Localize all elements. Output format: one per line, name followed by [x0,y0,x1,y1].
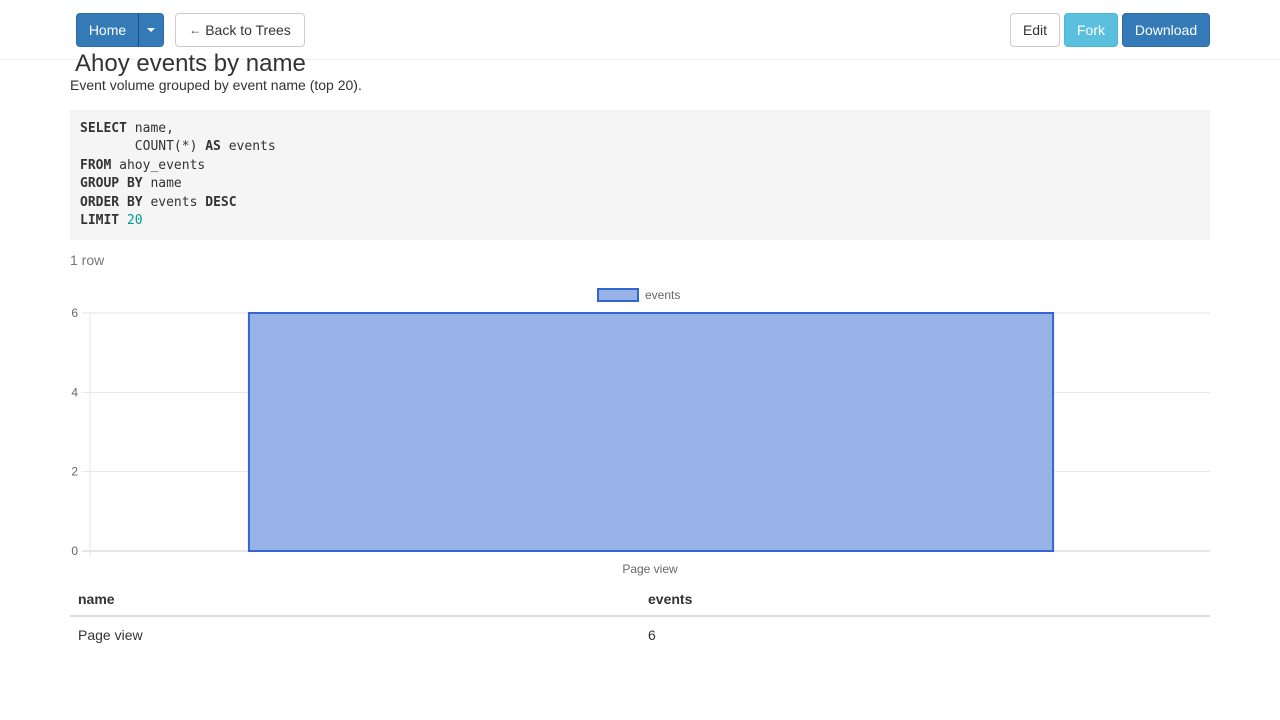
left-arrow-icon: ← [189,23,202,37]
column-header-events[interactable]: events [640,583,1210,617]
page-title: Ahoy events by name [75,50,306,77]
table-header-row: name events [70,583,1210,617]
fork-button[interactable]: Fork [1064,13,1118,47]
sql-line: COUNT(*) AS events [80,138,1200,156]
sql-line: ORDER BY events DESC [80,194,1200,212]
y-tick-label: 4 [71,385,78,399]
sql-keyword: DESC [205,194,237,210]
home-dropdown-toggle[interactable] [138,13,164,47]
sql-keyword: FROM [80,157,112,173]
home-button[interactable]: Home [76,13,139,47]
y-tick-label: 2 [71,465,78,479]
sql-code-block: SELECT name, COUNT(*) AS events FROM aho… [70,110,1210,240]
sql-keyword: ORDER BY [80,194,143,210]
sql-line: FROM ahoy_events [80,157,1200,175]
row-count: 1 row [70,252,105,268]
sql-keyword: AS [205,139,221,155]
y-tick-label: 0 [71,544,78,558]
caret-down-icon [147,28,155,32]
x-tick-label: Page view [622,562,678,576]
legend-swatch [597,288,639,302]
download-button[interactable]: Download [1122,13,1210,47]
legend-label: events [645,288,680,302]
back-to-trees-label: Back to Trees [205,22,291,38]
sql-keyword: LIMIT [80,212,120,228]
sql-text: events [142,194,206,210]
y-tick-label: 6 [71,306,78,320]
edit-button[interactable]: Edit [1010,13,1060,47]
sql-keyword: GROUP BY [80,176,143,192]
sql-text: ahoy_events [111,157,206,173]
query-description: Event volume grouped by event name (top … [70,77,362,93]
sql-number: 20 [126,212,143,228]
sql-line: LIMIT 20 [80,212,1200,230]
bar [247,312,1055,552]
sql-line: SELECT name, [80,120,1200,138]
table-cell-name: Page view [78,627,143,643]
sql-text: COUNT(*) [80,139,206,155]
sql-text: events [220,139,276,155]
sql-keyword: SELECT [80,121,127,136]
sql-text: name, [126,121,174,136]
table-cell-events: 6 [648,627,656,643]
sql-line: GROUP BY name [80,175,1200,193]
events-bar-chart: 0 2 4 6 Page view events [71,288,1210,576]
table-row: Page view 6 [70,616,1210,653]
results-table: name events Page view 6 [70,583,1210,653]
sql-text: name [142,176,182,192]
column-header-name[interactable]: name [70,583,640,617]
back-to-trees-button[interactable]: ← Back to Trees [175,13,305,47]
